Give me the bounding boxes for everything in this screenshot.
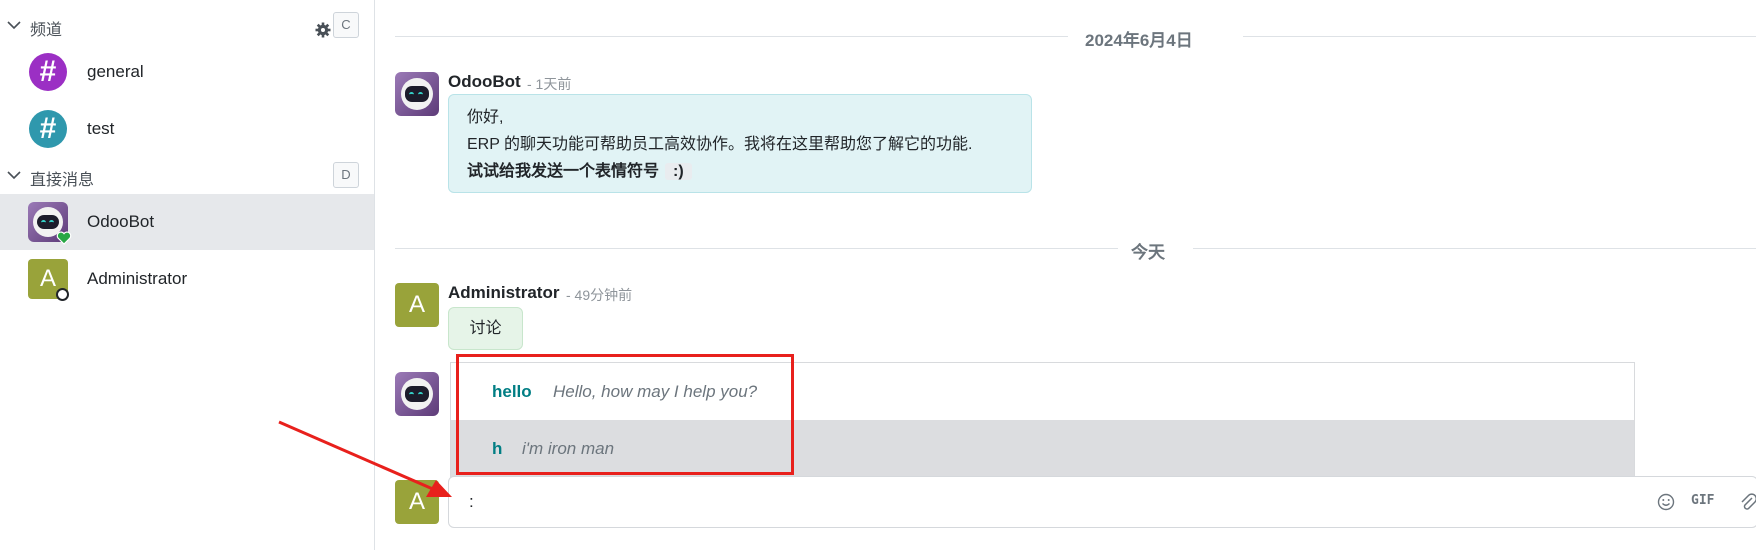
smiley-icon[interactable] bbox=[1657, 493, 1675, 511]
message-bubble: 讨论 bbox=[448, 307, 523, 350]
sidebar-item-label: general bbox=[87, 62, 144, 81]
bold-text: 试试给我发送一个表情符号 bbox=[467, 163, 660, 180]
date-separator-label: 2024年6月4日 bbox=[1085, 31, 1193, 50]
chevron-down-icon bbox=[7, 171, 21, 180]
message-timestamp: - 49分钟前 bbox=[566, 287, 633, 303]
annotation-highlight-box bbox=[456, 354, 794, 475]
sidebar-item-administrator[interactable]: A Administrator bbox=[0, 251, 374, 307]
message-input[interactable] bbox=[467, 488, 1571, 516]
online-heart-icon bbox=[56, 231, 72, 245]
date-separator: 2024年6月4日 bbox=[395, 24, 1756, 50]
sidebar-item-label: OdooBot bbox=[87, 212, 155, 231]
paperclip-icon[interactable] bbox=[1739, 492, 1756, 512]
sidebar-item-odoobot[interactable]: OdooBot bbox=[0, 194, 374, 250]
chevron-down-icon bbox=[7, 21, 21, 30]
date-separator-label: 今天 bbox=[1131, 243, 1165, 262]
date-separator: 今天 bbox=[395, 236, 1756, 262]
channel-hash-icon: # bbox=[29, 110, 67, 148]
gif-icon[interactable]: GIF bbox=[1691, 493, 1714, 508]
offline-status-icon bbox=[56, 288, 69, 301]
message-line: 你好, bbox=[467, 109, 504, 126]
dm-hotkey: D bbox=[333, 162, 359, 188]
avatar: A bbox=[395, 480, 439, 524]
avatar: A bbox=[395, 283, 439, 327]
sidebar-item-label: Administrator bbox=[87, 269, 188, 288]
emoji-code: :) bbox=[665, 163, 692, 180]
message-line: ERP 的聊天功能可帮助员工高效协作。我将在这里帮助您了解它的功能. bbox=[467, 136, 973, 153]
sidebar-item-general[interactable]: # general bbox=[0, 44, 374, 100]
message-line-bold: 试试给我发送一个表情符号:) bbox=[467, 158, 692, 185]
odoobot-avatar bbox=[395, 372, 439, 416]
odoobot-avatar bbox=[395, 72, 439, 116]
dm-section-header[interactable]: 直接消息 D bbox=[0, 158, 374, 194]
message-bubble: 你好, ERP 的聊天功能可帮助员工高效协作。我将在这里帮助您了解它的功能. 试… bbox=[448, 94, 1032, 193]
dm-header-label: 直接消息 bbox=[30, 172, 95, 189]
sidebar-item-test[interactable]: # test bbox=[0, 101, 374, 157]
sidebar-item-label: test bbox=[87, 119, 115, 138]
gear-icon[interactable] bbox=[315, 22, 331, 38]
channel-hash-icon: # bbox=[29, 53, 67, 91]
channels-section-header[interactable]: 频道 C bbox=[0, 8, 374, 44]
message-author[interactable]: Administrator bbox=[448, 283, 559, 303]
message-author[interactable]: OdooBot bbox=[448, 72, 521, 92]
channels-header-label: 频道 bbox=[30, 22, 63, 39]
message-composer: GIF bbox=[448, 476, 1756, 528]
sidebar: 频道 C # general # test 直接消息 D OdooBot A A… bbox=[0, 0, 375, 550]
message-timestamp: - 1天前 bbox=[527, 76, 572, 92]
channels-hotkey: C bbox=[333, 12, 359, 38]
